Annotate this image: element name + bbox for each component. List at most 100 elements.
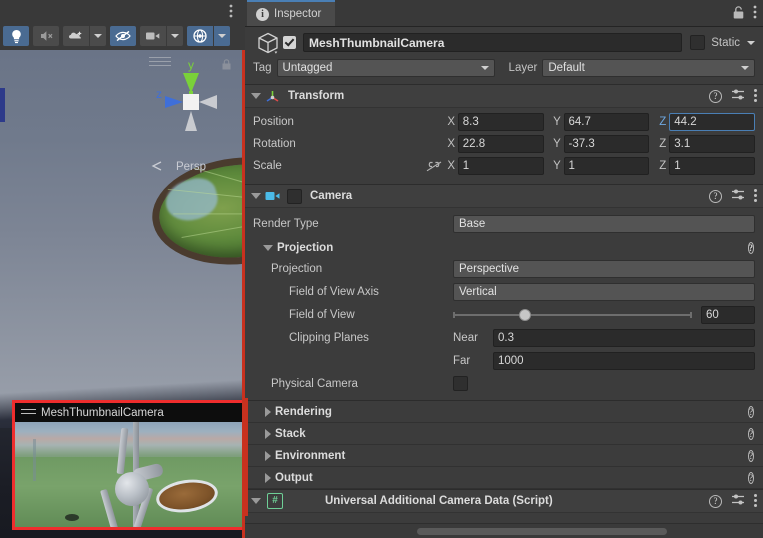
help-icon[interactable]: ?: [709, 494, 722, 508]
chevron-down-icon: [171, 34, 179, 38]
transform-header-icons: ?: [709, 88, 757, 104]
static-dropdown-arrow[interactable]: [747, 40, 755, 45]
inspector-left-edge-marker: [245, 398, 248, 516]
gizmos-toggle[interactable]: [187, 26, 213, 46]
kebab-menu-icon[interactable]: [753, 5, 757, 22]
section-environment[interactable]: Environment ?: [245, 445, 763, 467]
tab-inspector[interactable]: i Inspector: [247, 0, 336, 26]
environment-foldout-icon[interactable]: [265, 450, 271, 461]
far-field[interactable]: 1000: [493, 351, 755, 370]
stack-foldout-icon[interactable]: [265, 428, 271, 439]
inspector-horizontal-scrollbar[interactable]: [245, 523, 763, 538]
scene-camera-dropdown-arrow[interactable]: [166, 26, 183, 46]
static-checkbox[interactable]: [690, 35, 706, 50]
lighting-toggle[interactable]: [3, 26, 29, 46]
scene-view-menu-icon[interactable]: [225, 3, 237, 19]
position-y-field[interactable]: 64.7: [563, 113, 650, 131]
scale-x-field[interactable]: 1: [457, 157, 544, 175]
hidden-objects-toggle[interactable]: [110, 26, 136, 46]
position-label: Position: [253, 116, 294, 128]
projection-foldout-icon[interactable]: [263, 245, 273, 251]
camera-preview-panel[interactable]: MeshThumbnailCamera: [12, 400, 245, 530]
help-icon[interactable]: ?: [748, 449, 754, 462]
layer-dropdown[interactable]: Default: [542, 59, 755, 77]
projection-section-header[interactable]: Projection ?: [253, 238, 755, 258]
camera-header[interactable]: Camera ?: [245, 185, 763, 208]
section-output[interactable]: Output ?: [245, 467, 763, 489]
section-rendering[interactable]: Rendering ?: [245, 401, 763, 423]
game-object-name-field[interactable]: MeshThumbnailCamera: [303, 33, 683, 52]
transform-foldout-icon[interactable]: [251, 93, 261, 99]
help-icon[interactable]: ?: [748, 427, 754, 440]
camera-component: Camera ? Render Type Base Projection ? P…: [245, 185, 763, 401]
scene-camera-settings[interactable]: [140, 26, 166, 46]
camera-enabled-checkbox[interactable]: [287, 188, 302, 204]
camera-foldout-icon[interactable]: [251, 193, 261, 199]
fov-axis-row: Field of View Axis Vertical: [253, 281, 755, 302]
lock-icon[interactable]: [733, 5, 744, 22]
kebab-menu-icon[interactable]: [754, 88, 757, 104]
effects-dropdown-arrow[interactable]: [89, 26, 106, 46]
script-header[interactable]: # Universal Additional Camera Data (Scri…: [245, 490, 763, 513]
script-foldout-icon[interactable]: [251, 498, 261, 504]
position-y-axis-label: Y: [553, 116, 561, 128]
camera-preview-grip-icon[interactable]: [21, 408, 36, 417]
far-label: Far: [453, 354, 471, 367]
camera-header-icons: ?: [709, 188, 757, 204]
near-field[interactable]: 0.3: [493, 328, 755, 347]
preset-sliders-icon[interactable]: [731, 493, 745, 509]
physical-camera-label: Physical Camera: [271, 377, 358, 390]
camera-icon: [146, 32, 160, 40]
help-icon[interactable]: ?: [748, 471, 754, 484]
rendering-label: Rendering: [275, 405, 332, 418]
game-object-enabled-checkbox[interactable]: [283, 36, 296, 49]
script-icon: #: [267, 493, 283, 509]
transform-header[interactable]: Transform ?: [245, 85, 763, 108]
gizmos-dropdown-arrow[interactable]: [213, 26, 230, 46]
scene-orientation-gizmo[interactable]: y z Persp: [147, 55, 235, 173]
broken-link-icon[interactable]: [423, 161, 445, 172]
position-x-axis-label: X: [447, 116, 456, 128]
fov-value-field[interactable]: 60: [701, 305, 755, 324]
help-icon[interactable]: ?: [709, 189, 722, 203]
render-type-dropdown[interactable]: Base: [453, 214, 755, 233]
projection-dropdown[interactable]: Perspective: [453, 259, 755, 278]
fov-slider[interactable]: [453, 308, 692, 321]
rotation-y-field[interactable]: -37.3: [563, 135, 650, 153]
effects-group: [63, 26, 106, 46]
preset-sliders-icon[interactable]: [731, 188, 745, 204]
position-x-field[interactable]: 8.3: [457, 113, 544, 131]
rotation-x-field[interactable]: 22.8: [457, 135, 544, 153]
help-icon[interactable]: ?: [709, 89, 722, 103]
fov-axis-dropdown[interactable]: Vertical: [453, 282, 755, 301]
camera-preview-render: [15, 422, 242, 527]
position-z-field[interactable]: 44.2: [669, 113, 756, 131]
kebab-menu-icon[interactable]: [754, 188, 757, 204]
physical-camera-checkbox[interactable]: [453, 376, 468, 391]
lightbulb-icon: [11, 29, 21, 43]
rotation-z-field[interactable]: 3.1: [669, 135, 756, 153]
scale-y-field[interactable]: 1: [563, 157, 650, 175]
render-type-row: Render Type Base: [253, 213, 755, 234]
scrollbar-thumb[interactable]: [417, 528, 667, 535]
layer-value: Default: [548, 62, 585, 74]
help-icon[interactable]: ?: [748, 405, 754, 418]
gizmo-projection-arrow-icon: [151, 161, 162, 171]
rendering-foldout-icon[interactable]: [265, 406, 271, 417]
tag-dropdown[interactable]: Untagged: [276, 59, 495, 77]
camera-preview-title: MeshThumbnailCamera: [41, 406, 164, 419]
output-foldout-icon[interactable]: [265, 472, 271, 483]
effects-toggle[interactable]: [63, 26, 89, 46]
preset-sliders-icon[interactable]: [731, 88, 745, 104]
audio-toggle[interactable]: [33, 26, 59, 46]
scene-viewport[interactable]: y z Persp MeshThumbnailCamera: [0, 50, 245, 538]
kebab-menu-icon[interactable]: [754, 493, 757, 509]
preview-small-object: [64, 513, 79, 521]
fov-axis-label: Field of View Axis: [289, 285, 379, 298]
scale-z-axis-label: Z: [659, 160, 667, 172]
chevron-down-icon: [480, 66, 489, 70]
scale-z-field[interactable]: 1: [669, 157, 755, 175]
help-icon[interactable]: ?: [747, 242, 754, 254]
section-stack[interactable]: Stack ?: [245, 423, 763, 445]
fov-slider-handle[interactable]: [518, 308, 531, 321]
